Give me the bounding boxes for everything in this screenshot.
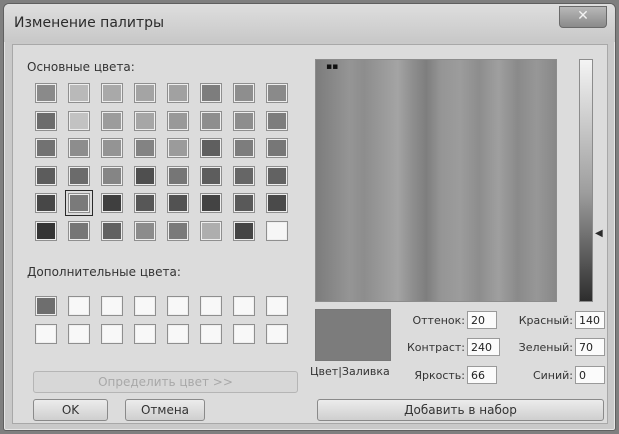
cancel-button[interactable]: Отмена: [125, 399, 205, 421]
ok-button[interactable]: OK: [33, 399, 108, 421]
color-preview: [315, 309, 391, 361]
basic-color-swatch[interactable]: [200, 110, 222, 131]
custom-color-swatch[interactable]: [266, 296, 288, 316]
basic-color-swatch[interactable]: [68, 83, 90, 103]
basic-color-swatch[interactable]: [68, 138, 90, 158]
basic-color-swatch[interactable]: [266, 220, 288, 241]
custom-color-swatch[interactable]: [167, 324, 189, 344]
basic-color-swatch[interactable]: [266, 165, 288, 186]
luminance-field[interactable]: 66: [467, 366, 497, 384]
basic-color-swatch[interactable]: [35, 193, 57, 213]
basic-color-swatch[interactable]: [35, 220, 57, 241]
basic-color-swatch[interactable]: [35, 138, 57, 158]
basic-color-swatch[interactable]: [200, 165, 222, 186]
luminance-pointer-icon[interactable]: ◀: [595, 228, 603, 239]
custom-color-swatch[interactable]: [35, 296, 57, 316]
add-to-custom-colors-button[interactable]: Добавить в набор: [317, 399, 604, 421]
define-custom-colors-button[interactable]: Определить цвет >>: [33, 371, 298, 393]
blue-field[interactable]: 0: [575, 366, 605, 384]
basic-color-swatch[interactable]: [167, 83, 189, 103]
basic-color-swatch[interactable]: [134, 83, 156, 103]
basic-color-swatch[interactable]: [65, 190, 93, 216]
custom-color-swatch[interactable]: [101, 324, 123, 344]
hue-label: Оттенок:: [412, 314, 465, 327]
basic-color-swatch[interactable]: [68, 165, 90, 186]
custom-color-swatch[interactable]: [167, 296, 189, 316]
basic-color-swatch[interactable]: [134, 138, 156, 158]
basic-color-swatch[interactable]: [233, 220, 255, 241]
basic-color-swatch[interactable]: [167, 138, 189, 158]
dialog-title: Изменение палитры: [14, 15, 165, 31]
close-button[interactable]: ✕: [559, 6, 607, 28]
saturation-label: Контраст:: [406, 341, 465, 354]
basic-color-swatch[interactable]: [68, 220, 90, 241]
saturation-field[interactable]: 240: [467, 338, 500, 356]
edit-colors-dialog: Изменение палитры ✕ Основные цвета: Допо…: [3, 3, 616, 431]
basic-color-swatch[interactable]: [266, 110, 288, 131]
basic-color-swatch[interactable]: [200, 138, 222, 158]
basic-color-swatch[interactable]: [35, 165, 57, 186]
basic-color-swatch[interactable]: [200, 83, 222, 103]
red-field[interactable]: 140: [575, 311, 605, 329]
basic-color-swatch[interactable]: [68, 110, 90, 131]
basic-color-swatch[interactable]: [233, 165, 255, 186]
basic-color-swatch[interactable]: [167, 193, 189, 213]
basic-color-swatch[interactable]: [233, 83, 255, 103]
basic-color-swatch[interactable]: [134, 193, 156, 213]
crosshair-icon: ▪▪: [326, 62, 339, 72]
title-bar[interactable]: Изменение палитры ✕: [4, 4, 615, 42]
luminance-label: Яркость:: [414, 369, 465, 382]
custom-color-swatch[interactable]: [200, 324, 222, 344]
basic-color-swatch[interactable]: [35, 83, 57, 103]
custom-color-swatch[interactable]: [200, 296, 222, 316]
basic-color-swatch[interactable]: [233, 110, 255, 131]
basic-color-swatch[interactable]: [101, 138, 123, 158]
custom-color-swatch[interactable]: [134, 296, 156, 316]
custom-color-swatch[interactable]: [35, 324, 57, 344]
basic-color-swatch[interactable]: [101, 83, 123, 103]
luminance-slider[interactable]: [579, 59, 593, 302]
basic-color-swatch[interactable]: [35, 110, 57, 131]
basic-color-swatch[interactable]: [101, 165, 123, 186]
basic-color-swatch[interactable]: [167, 220, 189, 241]
basic-color-swatch[interactable]: [101, 220, 123, 241]
color-spectrum[interactable]: ▪▪: [315, 59, 557, 302]
color-fill-label: Цвет|Заливка: [310, 365, 390, 378]
basic-color-swatch[interactable]: [134, 220, 156, 241]
basic-color-swatch[interactable]: [101, 110, 123, 131]
basic-color-swatch[interactable]: [134, 165, 156, 186]
basic-color-swatch[interactable]: [266, 138, 288, 158]
basic-color-swatch[interactable]: [233, 138, 255, 158]
basic-color-swatch[interactable]: [200, 220, 222, 241]
blue-label: Синий:: [532, 369, 573, 382]
basic-color-swatch[interactable]: [167, 110, 189, 131]
custom-color-swatch[interactable]: [68, 324, 90, 344]
basic-color-swatch[interactable]: [200, 193, 222, 213]
basic-color-swatch[interactable]: [233, 193, 255, 213]
custom-color-swatch[interactable]: [266, 324, 288, 344]
basic-color-swatch[interactable]: [266, 193, 288, 213]
dialog-body: Основные цвета: Дополнительные цвета: Оп…: [12, 44, 608, 424]
basic-color-swatch[interactable]: [134, 110, 156, 131]
custom-colors-label: Дополнительные цвета:: [27, 265, 181, 279]
custom-color-swatch[interactable]: [233, 324, 255, 344]
green-field[interactable]: 70: [575, 338, 605, 356]
basic-color-swatch[interactable]: [101, 193, 123, 213]
custom-color-swatch[interactable]: [233, 296, 255, 316]
custom-color-swatch[interactable]: [68, 296, 90, 316]
close-icon: ✕: [577, 8, 589, 24]
green-label: Зеленый:: [518, 341, 573, 354]
hue-field[interactable]: 20: [467, 311, 497, 329]
red-label: Красный:: [518, 314, 573, 327]
basic-color-swatch[interactable]: [266, 83, 288, 103]
custom-color-swatch[interactable]: [134, 324, 156, 344]
basic-colors-label: Основные цвета:: [27, 60, 135, 74]
custom-color-swatch[interactable]: [101, 296, 123, 316]
basic-color-swatch[interactable]: [167, 165, 189, 186]
